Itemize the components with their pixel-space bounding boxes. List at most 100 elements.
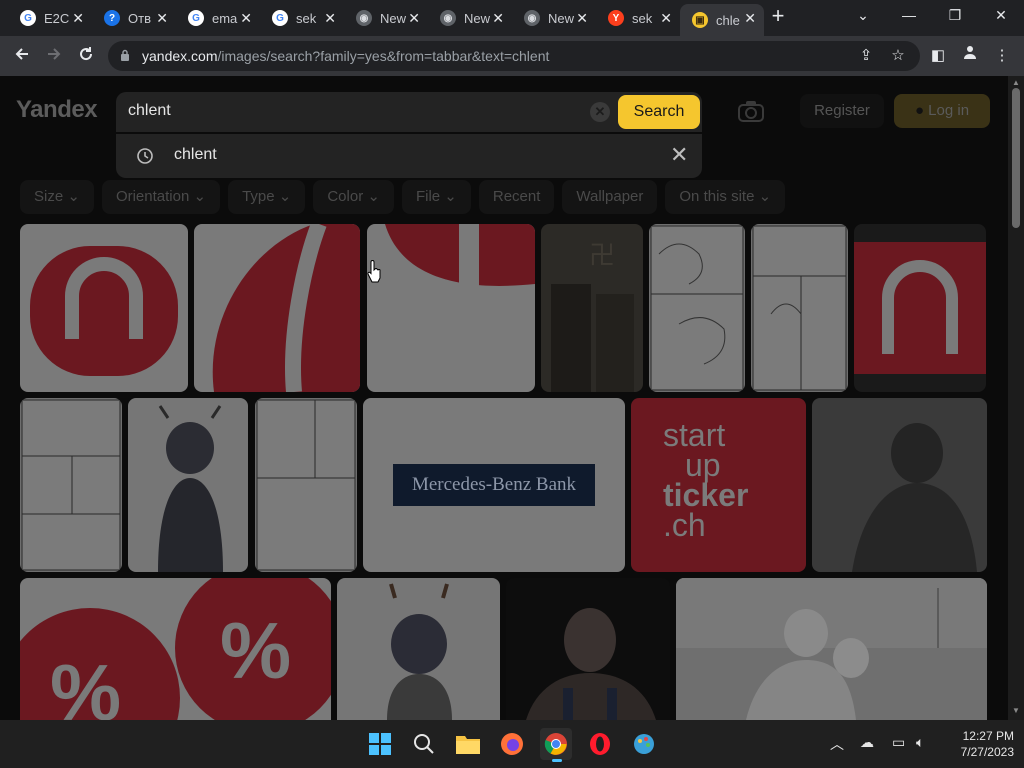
tab-title: sek	[632, 10, 653, 26]
browser-tab[interactable]: Ysek ✕	[596, 4, 680, 32]
image-thumb[interactable]: start up ticker .ch	[631, 398, 806, 572]
browser-tab[interactable]: ? Отв ✕	[92, 4, 176, 32]
filter-color[interactable]: Color ⌄	[313, 180, 394, 214]
chrome-button[interactable]	[540, 728, 572, 762]
logo-text-line: .ch	[663, 507, 706, 543]
maximize-button[interactable]: ❐	[932, 4, 978, 28]
tab-close-icon[interactable]: ✕	[240, 10, 252, 27]
filter-file[interactable]: File ⌄	[401, 180, 471, 214]
show-hidden-icons-button[interactable]: ︿	[830, 734, 844, 754]
filter-wallpaper[interactable]: Wallpaper	[562, 180, 658, 214]
yandex-logo[interactable]: Yandex	[16, 96, 98, 124]
browser-tab[interactable]: G E2C ✕	[8, 4, 92, 32]
share-icon[interactable]: ⇪	[852, 42, 880, 70]
tab-search-icon[interactable]: ⌄	[840, 4, 886, 28]
windows-taskbar: ︿ ☁ ▭ 🔈︎ 12:27 PM 7/27/2023	[0, 720, 1024, 768]
image-thumb[interactable]: 卍	[541, 224, 643, 392]
side-panel-icon[interactable]: ◧	[924, 42, 952, 70]
folder-icon	[456, 736, 480, 754]
filter-recent[interactable]: Recent	[478, 180, 555, 214]
start-button[interactable]	[364, 728, 396, 760]
image-thumb[interactable]	[194, 224, 360, 392]
network-icon[interactable]: ▭	[892, 734, 905, 751]
browser-tab[interactable]: ◉ New ✕	[428, 4, 512, 32]
suggestion-text[interactable]: chlent	[174, 146, 217, 164]
bookmark-star-icon[interactable]: ☆	[884, 42, 912, 70]
browser-tab[interactable]: Gema ✕	[176, 4, 260, 32]
browser-tab[interactable]: ▣ chle ✕	[680, 4, 764, 36]
filter-type[interactable]: Type ⌄	[228, 180, 306, 214]
tab-close-icon[interactable]: ✕	[576, 10, 588, 27]
search-input[interactable]: chlent	[128, 102, 171, 120]
url-text[interactable]: yandex.com/images/search?family=yes&from…	[142, 48, 549, 64]
image-thumb[interactable]	[337, 578, 500, 720]
close-window-button[interactable]: ✕	[978, 4, 1024, 28]
hand-cursor-icon	[367, 260, 381, 283]
browser-tab[interactable]: ◉ New ✕	[344, 4, 428, 32]
forward-button[interactable]	[40, 42, 68, 70]
tab-close-icon[interactable]: ✕	[660, 10, 672, 27]
image-thumb[interactable]	[128, 398, 248, 572]
scroll-down-icon[interactable]: ▼	[1011, 706, 1021, 715]
image-thumb[interactable]	[751, 224, 848, 392]
profile-icon[interactable]	[956, 42, 984, 70]
search-suggestion[interactable]: chlent ✕	[116, 134, 702, 178]
image-thumb[interactable]	[649, 224, 745, 392]
image-thumb[interactable]	[506, 578, 670, 720]
search-box[interactable]: chlent ✕ Search	[116, 92, 702, 132]
person-icon	[964, 46, 976, 59]
image-thumb[interactable]	[20, 224, 188, 392]
image-thumb[interactable]	[367, 224, 535, 392]
login-button[interactable]: ● Log in	[894, 94, 990, 128]
clock-date: 7/27/2023	[960, 745, 1014, 759]
image-thumb[interactable]	[20, 398, 122, 572]
image-thumb[interactable]: Mercedes-Benz Bank	[363, 398, 625, 572]
image-thumb[interactable]	[255, 398, 357, 572]
cloud-off-icon[interactable]: ☁	[860, 734, 874, 751]
tab-close-icon[interactable]: ✕	[324, 10, 336, 27]
image-thumb[interactable]	[676, 578, 987, 720]
register-button[interactable]: Register	[800, 94, 884, 128]
lock-icon[interactable]	[120, 49, 130, 61]
chevron-down-icon: ⌄	[440, 188, 457, 205]
new-tab-button[interactable]: +	[766, 4, 790, 28]
tab-close-icon[interactable]: ✕	[744, 10, 756, 27]
google-g-icon: G	[188, 10, 204, 26]
tab-title: sek	[296, 10, 317, 26]
volume-icon[interactable]: 🔈︎	[916, 734, 924, 751]
filter-label: Orientation	[115, 188, 190, 205]
browser-tab[interactable]: Gsek ✕	[260, 4, 344, 32]
page-scrollbar[interactable]: ▲ ▼	[1008, 76, 1024, 720]
tab-close-icon[interactable]: ✕	[156, 10, 168, 27]
couple-photo-image	[676, 578, 987, 720]
scroll-up-icon[interactable]: ▲	[1011, 78, 1021, 87]
image-thumb[interactable]: % %	[20, 578, 331, 720]
filter-on-this-site[interactable]: On this site ⌄	[665, 180, 786, 214]
firefox-button[interactable]	[496, 728, 528, 760]
reload-button[interactable]	[72, 42, 100, 70]
image-thumb[interactable]	[812, 398, 987, 572]
taskbar-clock[interactable]: 12:27 PM 7/27/2023	[938, 728, 1014, 760]
filter-size[interactable]: Size ⌄	[20, 180, 94, 214]
menu-kebab-icon[interactable]: ⋮	[988, 42, 1016, 70]
clear-search-button[interactable]: ✕	[590, 102, 610, 122]
filter-orientation[interactable]: Orientation ⌄	[101, 180, 221, 214]
search-button[interactable]: Search	[618, 95, 700, 129]
tab-close-icon[interactable]: ✕	[492, 10, 504, 27]
camera-search-icon[interactable]	[738, 100, 764, 122]
scrollbar-thumb[interactable]	[1012, 88, 1020, 228]
search-taskbar-button[interactable]	[408, 728, 440, 760]
tab-close-icon[interactable]: ✕	[72, 10, 84, 27]
history-clock-icon	[137, 148, 153, 164]
file-explorer-button[interactable]	[452, 728, 484, 760]
app-button[interactable]	[628, 728, 660, 760]
remove-suggestion-icon[interactable]: ✕	[670, 142, 688, 168]
back-button[interactable]	[8, 42, 36, 70]
tab-close-icon[interactable]: ✕	[408, 10, 420, 27]
image-thumb[interactable]	[854, 224, 986, 392]
minimize-button[interactable]: —	[886, 4, 932, 28]
browser-tab[interactable]: ◉ New ✕	[512, 4, 596, 32]
address-bar[interactable]: yandex.com/images/search?family=yes&from…	[108, 41, 920, 71]
yandex-images-page: Yandex chlent ✕ Search chlent ✕ Register…	[0, 76, 1008, 720]
opera-button[interactable]	[584, 728, 616, 760]
